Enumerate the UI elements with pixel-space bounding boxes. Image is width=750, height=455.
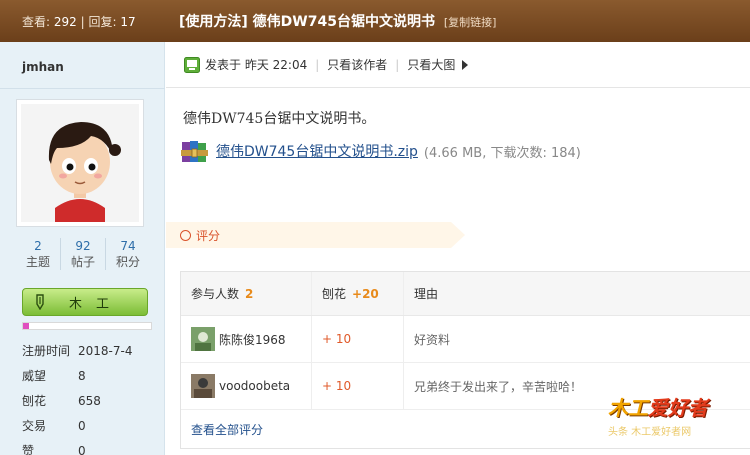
stat-points-value: 74: [120, 239, 136, 253]
user-avatar-icon[interactable]: [191, 374, 215, 398]
watermark-subtitle: 头条 木工爱好者网: [608, 427, 692, 438]
detail-row: 刨花 658: [22, 388, 157, 413]
table-row: 陈陈俊1968 + 10 好资料: [181, 316, 750, 363]
stat-topics-label: 主题: [25, 255, 50, 269]
participants-count: 2: [245, 286, 254, 301]
replies-label: 回复:: [88, 14, 117, 29]
site-watermark: 木工爱好者 头条 木工爱好者网: [608, 392, 748, 452]
posted-time: 发表于 昨天 22:04: [205, 58, 308, 72]
rater-username[interactable]: voodoobeta: [219, 379, 290, 393]
rater-reason: 好资料: [414, 332, 451, 347]
pen-icon: [36, 294, 44, 310]
rank-badge[interactable]: 木工: [22, 288, 148, 316]
watermark-logo-part-b: 爱好者: [648, 396, 708, 420]
stat-posts[interactable]: 92 帖子: [61, 238, 106, 270]
detail-value: 658: [78, 393, 101, 408]
rating-table-header: 参与人数 2 刨花 +20 理由: [181, 272, 750, 316]
large-image-link[interactable]: 只看大图: [407, 56, 455, 73]
points-total: +20: [352, 286, 379, 301]
header-reason: 理由: [404, 272, 750, 315]
avatar[interactable]: [16, 99, 144, 227]
caret-right-icon[interactable]: [461, 59, 469, 70]
detail-row: 威望 8: [22, 363, 157, 388]
author-sidebar: jmhan 2 主题 92 帖子 74 积分 木工 注册时间 2018-7-4 …: [0, 42, 165, 455]
detail-key: 注册时间: [22, 344, 71, 358]
thread-title-text: [使用方法] 德伟DW745台锯中文说明书: [179, 14, 435, 30]
header-points: 刨花 +20: [312, 272, 404, 315]
rank-label: 木工: [69, 296, 124, 312]
stat-posts-value: 92: [75, 239, 91, 253]
detail-key: 刨花: [22, 394, 47, 408]
header-reason-label: 理由: [414, 287, 439, 301]
stat-posts-label: 帖子: [70, 255, 95, 269]
detail-key: 赞: [22, 444, 35, 455]
author-details: 注册时间 2018-7-4 威望 8 刨花 658 交易 0 赞 0: [22, 338, 157, 455]
watermark-logo-part-a: 木工: [608, 396, 648, 420]
view-all-ratings-link[interactable]: 查看全部评分: [191, 421, 263, 438]
detail-value: 8: [78, 368, 86, 383]
detail-value: 0: [78, 418, 86, 433]
stat-points[interactable]: 74 积分: [106, 238, 150, 270]
author-username[interactable]: jmhan: [22, 60, 64, 74]
post-body-text: 德伟DW745台锯中文说明书。: [183, 111, 376, 127]
rater-points: + 10: [312, 363, 404, 409]
rating-label[interactable]: 评分: [196, 227, 220, 244]
ring-icon: [180, 229, 191, 241]
rating-section-header: 评分: [166, 222, 465, 248]
views-label: 查看:: [22, 14, 51, 29]
watermark-logo: 木工爱好者: [608, 392, 748, 421]
post-meta-bar: 发表于 昨天 22:04 | 只看该作者 | 只看大图: [166, 42, 750, 88]
thread-title: [使用方法] 德伟DW745台锯中文说明书 [复制链接]: [165, 11, 496, 31]
attachment: 德伟DW745台锯中文说明书.zip (4.66 MB, 下载次数: 184): [180, 138, 581, 164]
rater-cell: 陈陈俊1968: [181, 316, 312, 362]
header-points-label: 刨花: [322, 287, 347, 301]
zip-archive-icon[interactable]: [180, 138, 210, 164]
detail-value: 0: [78, 443, 86, 455]
header-participants: 参与人数 2: [181, 272, 312, 315]
attachment-meta: (4.66 MB, 下载次数: 184): [423, 145, 581, 161]
post-icon: [184, 56, 200, 73]
copy-link-button[interactable]: [复制链接]: [444, 16, 497, 29]
header-participants-label: 参与人数: [191, 287, 240, 301]
rater-username[interactable]: 陈陈俊1968: [219, 331, 286, 348]
user-avatar-icon[interactable]: [191, 327, 215, 351]
detail-row: 赞 0: [22, 438, 157, 455]
cartoon-avatar-icon: [21, 104, 139, 222]
only-author-link[interactable]: 只看该作者: [327, 56, 387, 73]
stat-topics[interactable]: 2 主题: [16, 238, 61, 270]
detail-row: 交易 0: [22, 413, 157, 438]
rank-progress-fill: [23, 323, 30, 329]
meta-separator: |: [315, 57, 320, 72]
rater-points: + 10: [312, 316, 404, 362]
rater-cell: voodoobeta: [181, 363, 312, 409]
meta-separator: |: [395, 57, 400, 72]
thread-stats: 查看: 292 | 回复: 17: [22, 14, 136, 29]
thread-header-bar: 查看: 292 | 回复: 17 [使用方法] 德伟DW745台锯中文说明书 […: [0, 0, 750, 42]
views-count: 292: [53, 14, 77, 29]
detail-key: 交易: [22, 419, 47, 433]
stat-points-label: 积分: [115, 255, 140, 269]
replies-count: 17: [120, 14, 136, 29]
detail-key: 威望: [22, 369, 47, 383]
author-stats: 2 主题 92 帖子 74 积分: [16, 238, 150, 270]
sidebar-divider: [0, 88, 165, 89]
attachment-filename-link[interactable]: 德伟DW745台锯中文说明书.zip: [216, 141, 418, 161]
stat-topics-value: 2: [34, 239, 42, 253]
detail-row: 注册时间 2018-7-4: [22, 338, 157, 363]
detail-value: 2018-7-4: [78, 343, 133, 358]
rank-progress-bar: [22, 322, 152, 330]
